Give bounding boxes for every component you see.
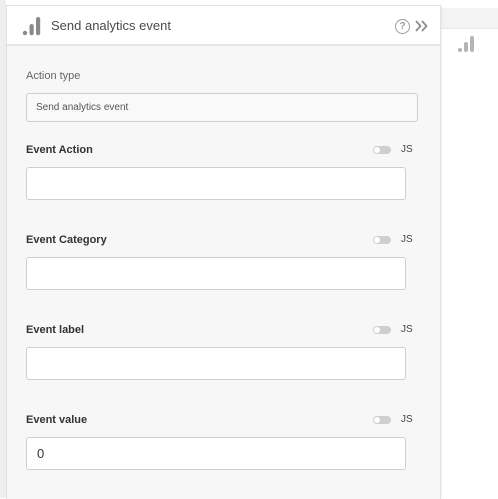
canvas-right-area	[440, 8, 498, 498]
event-action-js-toggle[interactable]	[373, 146, 391, 154]
analytics-bars-icon	[458, 36, 474, 52]
event-action-label: Event Action	[26, 144, 93, 156]
event-label-js-toggle[interactable]	[373, 326, 391, 334]
event-label-js-label: JS	[401, 324, 413, 335]
analytics-bars-icon	[22, 17, 41, 36]
event-action-js-label: JS	[401, 144, 413, 155]
event-value-label: Event value	[26, 414, 88, 426]
event-category-js-toggle[interactable]	[373, 236, 391, 244]
event-value-input[interactable]	[26, 437, 406, 470]
event-category-input[interactable]	[26, 257, 406, 290]
properties-panel: Send analytics event ? Action type Send …	[6, 5, 441, 499]
panel-header: Send analytics event ?	[7, 6, 440, 46]
event-value-js-label: JS	[401, 414, 413, 425]
event-category-label: Event Category	[26, 234, 107, 246]
canvas-right-header	[441, 8, 498, 29]
double-chevron-right-icon[interactable]	[414, 18, 428, 34]
event-category-js-label: JS	[401, 234, 413, 245]
event-label-input[interactable]	[26, 347, 406, 380]
panel-title: Send analytics event	[51, 18, 171, 33]
action-type-select[interactable]: Send analytics event	[26, 93, 418, 122]
event-label-label: Event label	[26, 324, 85, 336]
action-type-label: Action type	[26, 70, 81, 82]
event-value-js-toggle[interactable]	[373, 416, 391, 424]
event-action-input[interactable]	[26, 167, 406, 200]
help-circle-icon[interactable]: ?	[395, 19, 410, 34]
